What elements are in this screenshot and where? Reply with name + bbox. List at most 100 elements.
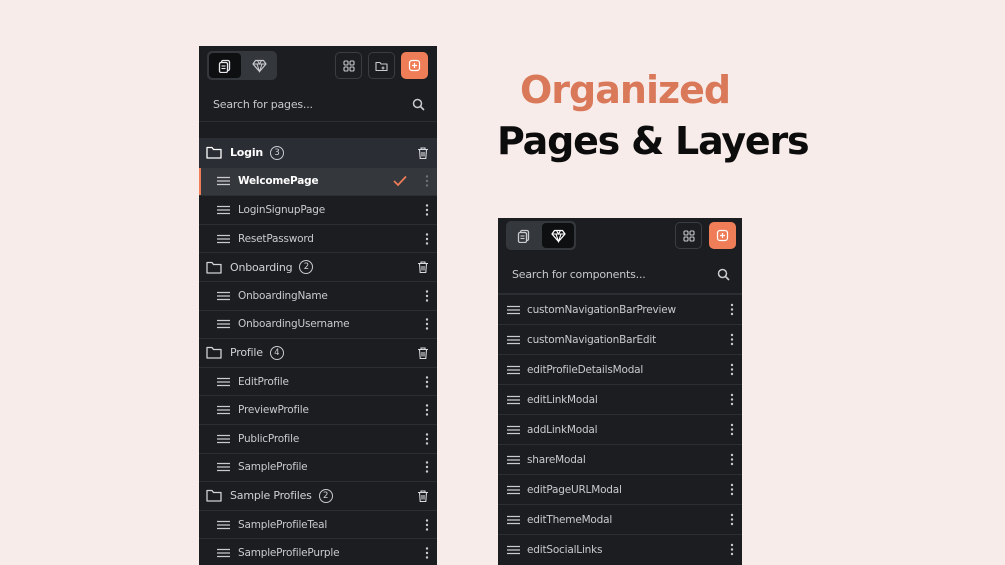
drag-handle-icon[interactable] — [217, 462, 230, 472]
more-options-icon[interactable] — [425, 232, 429, 245]
add-folder-button[interactable] — [368, 52, 395, 79]
folder-profile[interactable]: Profile 4 — [199, 338, 437, 367]
folder-label: Sample Profiles — [230, 489, 312, 503]
drag-handle-icon[interactable] — [217, 234, 230, 244]
drag-handle-icon[interactable] — [507, 455, 520, 465]
grid-view-button[interactable] — [675, 222, 702, 249]
component-row[interactable]: editSocialLinks — [498, 534, 742, 564]
grid-view-button[interactable] — [335, 52, 362, 79]
add-component-button[interactable] — [709, 222, 736, 249]
components-toolbar — [498, 218, 742, 256]
drag-handle-icon[interactable] — [507, 365, 520, 375]
components-tab[interactable] — [542, 223, 574, 248]
component-row[interactable]: customNavigationBarPreview — [498, 294, 742, 324]
page-row-sampleprofilepurple[interactable]: SampleProfilePurple — [199, 538, 437, 565]
drag-handle-icon[interactable] — [217, 405, 230, 415]
grid-icon — [682, 229, 695, 242]
headline-pages-layers: Pages & Layers — [497, 119, 810, 163]
component-label: shareModal — [527, 453, 586, 466]
page-label: SampleProfileTeal — [238, 518, 328, 531]
drag-handle-icon[interactable] — [217, 176, 230, 186]
more-options-icon[interactable] — [425, 204, 429, 216]
more-options-icon[interactable] — [425, 175, 429, 188]
more-options-icon[interactable] — [425, 547, 429, 559]
page-row-resetpassword[interactable]: ResetPassword — [199, 223, 437, 253]
more-options-icon[interactable] — [425, 461, 429, 474]
pages-icon — [517, 229, 530, 243]
component-label: customNavigationBarPreview — [527, 303, 676, 316]
more-options-icon[interactable] — [425, 404, 429, 416]
component-label: editLinkModal — [527, 393, 598, 406]
components-search[interactable]: Search for components... — [498, 256, 742, 294]
component-row[interactable]: editProfileDetailsModal — [498, 354, 742, 384]
page-label: EditProfile — [238, 375, 289, 388]
more-options-icon[interactable] — [730, 543, 734, 555]
search-icon[interactable] — [717, 268, 730, 281]
component-row[interactable]: customNavigationBarEdit — [498, 324, 742, 354]
add-page-button[interactable] — [401, 52, 428, 79]
more-options-icon[interactable] — [425, 290, 429, 302]
page-row-onboardingusername[interactable]: OnboardingUsername — [199, 309, 437, 339]
more-options-icon[interactable] — [730, 453, 734, 465]
trash-icon[interactable] — [417, 489, 429, 502]
drag-handle-icon[interactable] — [507, 545, 520, 555]
components-search-input[interactable]: Search for components... — [512, 268, 646, 281]
page-row-sampleprofileteal[interactable]: SampleProfileTeal — [199, 509, 437, 539]
drag-handle-icon[interactable] — [507, 425, 520, 435]
more-options-icon[interactable] — [730, 303, 734, 315]
component-row[interactable]: shareModal — [498, 444, 742, 474]
page-row-publicprofile[interactable]: PublicProfile — [199, 423, 437, 453]
folder-onboarding[interactable]: Onboarding 2 — [199, 252, 437, 281]
more-options-icon[interactable] — [425, 433, 429, 445]
more-options-icon[interactable] — [730, 423, 734, 435]
component-row[interactable]: editThemeModal — [498, 504, 742, 534]
drag-handle-icon[interactable] — [507, 485, 520, 495]
trash-icon[interactable] — [417, 261, 429, 274]
component-row[interactable]: editPageURLModal — [498, 474, 742, 504]
more-options-icon[interactable] — [730, 483, 734, 495]
pages-tab[interactable] — [508, 223, 540, 248]
drag-handle-icon[interactable] — [507, 305, 520, 315]
more-options-icon[interactable] — [730, 513, 734, 525]
component-row[interactable]: editLinkModal — [498, 384, 742, 414]
page-label: LoginSignupPage — [238, 203, 325, 216]
component-label: editProfileDetailsModal — [527, 363, 644, 376]
trash-icon[interactable] — [417, 146, 429, 159]
page-row-onboardingname[interactable]: OnboardingName — [199, 280, 437, 310]
drag-handle-icon[interactable] — [217, 291, 230, 301]
drag-handle-icon[interactable] — [217, 319, 230, 329]
component-label: editSocialLinks — [527, 543, 603, 556]
trash-icon[interactable] — [417, 346, 429, 360]
folder-icon — [206, 490, 222, 503]
drag-handle-icon[interactable] — [217, 434, 230, 444]
drag-handle-icon[interactable] — [217, 205, 230, 215]
more-options-icon[interactable] — [425, 318, 429, 331]
page-row-sampleprofile[interactable]: SampleProfile — [199, 452, 437, 482]
page-row-loginsignuppage[interactable]: LoginSignupPage — [199, 195, 437, 224]
page-label: OnboardingUsername — [238, 318, 350, 331]
more-options-icon[interactable] — [730, 363, 734, 375]
more-options-icon[interactable] — [425, 375, 429, 388]
drag-handle-icon[interactable] — [217, 377, 230, 387]
drag-handle-icon[interactable] — [507, 395, 520, 405]
pages-tab[interactable] — [209, 53, 241, 78]
search-icon[interactable] — [412, 98, 425, 111]
drag-handle-icon[interactable] — [217, 548, 230, 558]
more-options-icon[interactable] — [425, 518, 429, 531]
components-tab[interactable] — [243, 53, 275, 78]
page-row-editprofile[interactable]: EditProfile — [199, 366, 437, 396]
folder-login[interactable]: Login 3 — [199, 138, 437, 167]
drag-handle-icon[interactable] — [217, 520, 230, 530]
page-row-previewprofile[interactable]: PreviewProfile — [199, 395, 437, 424]
folder-sample-profiles[interactable]: Sample Profiles 2 — [199, 481, 437, 510]
drag-handle-icon[interactable] — [507, 515, 520, 525]
page-row-welcomepage[interactable]: WelcomePage — [199, 166, 437, 196]
component-row[interactable]: addLinkModal — [498, 414, 742, 444]
more-options-icon[interactable] — [730, 393, 734, 405]
pages-search-input[interactable]: Search for pages... — [213, 98, 313, 111]
more-options-icon[interactable] — [730, 333, 734, 345]
pages-list-spacer — [199, 122, 437, 138]
pages-search[interactable]: Search for pages... — [199, 88, 437, 122]
drag-handle-icon[interactable] — [507, 335, 520, 345]
page-label: WelcomePage — [238, 175, 319, 188]
